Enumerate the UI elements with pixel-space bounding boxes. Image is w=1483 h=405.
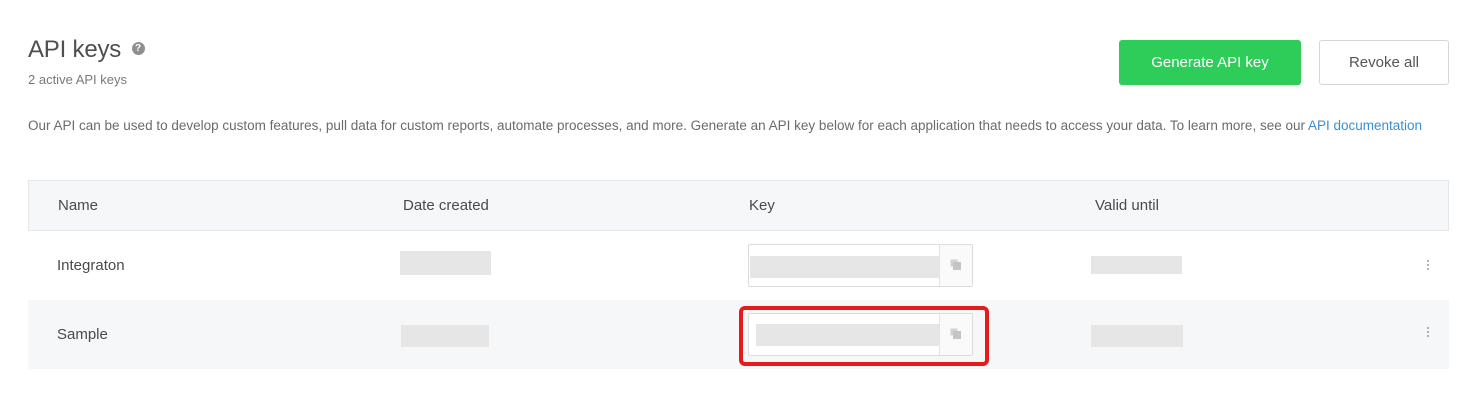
- column-header-key: Key: [749, 197, 775, 214]
- description-text: Our API can be used to develop custom fe…: [28, 118, 1308, 133]
- date-created-redacted: [400, 251, 491, 275]
- api-key-field[interactable]: [748, 244, 973, 287]
- api-key-redacted: [750, 256, 940, 278]
- copy-icon: [950, 328, 961, 339]
- column-header-valid-until: Valid until: [1095, 197, 1159, 214]
- page-title: API keys: [28, 36, 122, 63]
- key-name: Sample: [57, 326, 108, 343]
- api-key-redacted: [756, 324, 942, 346]
- valid-until-redacted: [1091, 256, 1182, 274]
- api-key-field[interactable]: [748, 313, 973, 356]
- more-options-icon[interactable]: [1423, 258, 1433, 276]
- question-circle-icon[interactable]: ?: [131, 41, 145, 55]
- api-documentation-link[interactable]: API documentation: [1308, 118, 1422, 133]
- revoke-all-button[interactable]: Revoke all: [1319, 40, 1449, 85]
- generate-api-key-button[interactable]: Generate API key: [1119, 40, 1301, 85]
- date-created-redacted: [401, 325, 489, 347]
- column-header-date-created: Date created: [403, 197, 489, 214]
- active-keys-count: 2 active API keys: [28, 72, 127, 87]
- valid-until-redacted: [1091, 325, 1183, 347]
- description: Our API can be used to develop custom fe…: [28, 117, 1428, 135]
- title-wrap: API keys ?: [28, 36, 145, 64]
- column-header-name: Name: [58, 197, 99, 214]
- table-header: Name Date created Key Valid until: [28, 180, 1449, 231]
- api-keys-table: Name Date created Key Valid until Integr…: [28, 180, 1449, 369]
- table-row: Integraton: [28, 231, 1449, 300]
- table-row: Sample: [28, 300, 1449, 369]
- copy-icon: [950, 259, 961, 270]
- more-options-icon[interactable]: [1423, 325, 1433, 343]
- copy-button[interactable]: [939, 314, 972, 355]
- copy-button[interactable]: [939, 245, 972, 286]
- key-name: Integraton: [57, 257, 125, 274]
